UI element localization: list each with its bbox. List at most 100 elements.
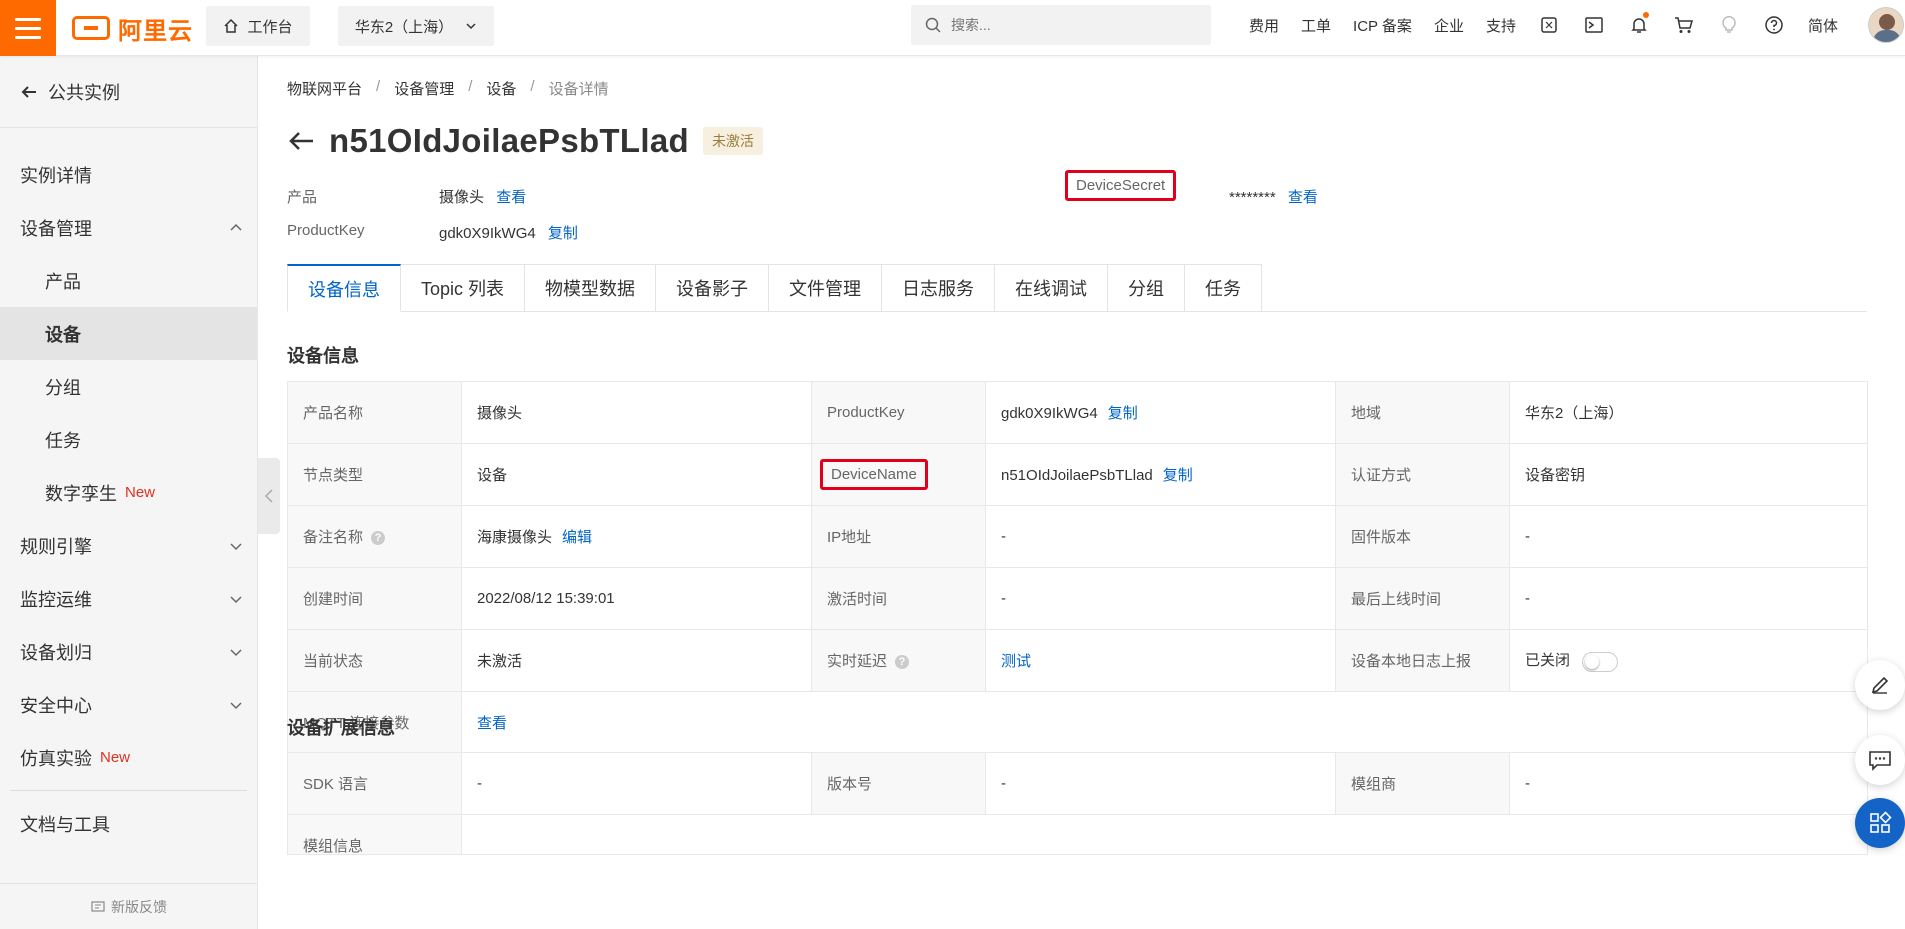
edit-alias-link[interactable]: 编辑: [562, 529, 592, 546]
back-to-instances[interactable]: 公共实例: [0, 56, 257, 128]
hamburger-menu-icon[interactable]: [0, 0, 56, 56]
copy-productkey-link[interactable]: 复制: [1108, 405, 1138, 422]
sidebar-collapse-handle[interactable]: [258, 458, 280, 534]
view-product-link[interactable]: 查看: [496, 189, 526, 206]
breadcrumb-device[interactable]: 设备: [486, 78, 516, 99]
breadcrumb: 物联网平台 / 设备管理 / 设备 / 设备详情: [287, 78, 609, 99]
info-key: 固件版本: [1335, 505, 1510, 568]
workbench-button[interactable]: 工作台: [206, 6, 310, 46]
sidebar-item-task[interactable]: 任务: [0, 413, 257, 466]
breadcrumb-separator: /: [530, 78, 535, 95]
help-icon[interactable]: ?: [895, 655, 910, 670]
view-secret-link[interactable]: 查看: [1288, 189, 1318, 206]
feedback-label: 新版反馈: [111, 898, 167, 915]
icp-link[interactable]: ICP 备案: [1342, 15, 1423, 36]
sidebar-item-digital-twin[interactable]: 数字孪生 New: [0, 466, 257, 519]
tab-group[interactable]: 分组: [1108, 264, 1186, 312]
pen-icon: [1871, 676, 1889, 694]
cart-icon[interactable]: [1662, 15, 1707, 35]
sidebar-item-rule-engine[interactable]: 规则引擎: [0, 519, 257, 572]
copy-productkey-link[interactable]: 复制: [548, 225, 578, 242]
info-value: 海康摄像头 编辑: [461, 505, 812, 568]
sidebar-item-label: 文档与工具: [20, 814, 110, 835]
info-key: 当前状态: [287, 629, 462, 692]
apps-float-button[interactable]: [1855, 798, 1905, 848]
info-value: -: [1509, 567, 1868, 630]
terminal-icon[interactable]: [1572, 15, 1617, 35]
tab-task[interactable]: 任务: [1185, 264, 1263, 312]
support-link[interactable]: 支持: [1475, 15, 1527, 36]
region-selector[interactable]: 华东2（上海）: [338, 6, 494, 46]
sidebar-item-docs-tools[interactable]: 文档与工具: [0, 797, 257, 850]
copy-device-name-link[interactable]: 复制: [1163, 467, 1193, 484]
notification-dot: [1642, 12, 1649, 18]
tab-online-debug[interactable]: 在线调试: [995, 264, 1109, 312]
new-badge: New: [100, 749, 131, 766]
arrow-left-icon: [21, 85, 36, 98]
top-navbar: 阿里云 工作台 华东2（上海） 费用 工单 ICP 备案 企业 支持: [0, 0, 1905, 56]
breadcrumb-separator: /: [376, 78, 381, 95]
back-arrow-icon[interactable]: [287, 129, 315, 153]
app-icon[interactable]: [1527, 15, 1572, 35]
table-row: SDK 语言 - 版本号 - 模组商 -: [287, 752, 1868, 815]
tab-log-service[interactable]: 日志服务: [882, 264, 996, 312]
search-box[interactable]: [911, 5, 1211, 45]
fees-link[interactable]: 费用: [1238, 15, 1290, 36]
info-key-text: 备注名称: [303, 529, 364, 546]
tab-device-shadow[interactable]: 设备影子: [656, 264, 770, 312]
latency-test-link[interactable]: 测试: [1001, 653, 1031, 670]
table-row: 产品名称 摄像头 ProductKey gdk0X9IkWG4 复制 地域 华东2…: [287, 381, 1868, 444]
sidebar-divider: [10, 790, 247, 791]
info-value: -: [985, 567, 1336, 630]
info-value: [461, 814, 1868, 855]
language-link[interactable]: 简体: [1797, 15, 1849, 36]
aliyun-logo[interactable]: 阿里云: [72, 12, 193, 45]
feedback-button[interactable]: 新版反馈: [0, 883, 258, 929]
sidebar-item-instance-details[interactable]: 实例详情: [0, 148, 257, 201]
sidebar-item-label: 数字孪生: [45, 483, 117, 504]
top-links: 费用 工单 ICP 备案 企业 支持 简体: [1238, 0, 1849, 50]
sidebar-item-device-management[interactable]: 设备管理: [0, 201, 257, 254]
info-value: 已关闭: [1509, 629, 1868, 692]
info-key: SDK 语言: [287, 752, 462, 815]
sidebar-item-label: 分组: [45, 377, 81, 398]
tab-file-management[interactable]: 文件管理: [769, 264, 883, 312]
table-row: 当前状态 未激活 实时延迟? 测试 设备本地日志上报 已关闭: [287, 629, 1868, 692]
chat-float-button[interactable]: [1855, 735, 1905, 785]
page-title: n51OIdJoilaePsbTLlad: [329, 122, 689, 159]
tab-tsl-data[interactable]: 物模型数据: [525, 264, 657, 312]
tab-topic-list[interactable]: Topic 列表: [401, 264, 526, 312]
help-icon[interactable]: ?: [371, 531, 386, 546]
lightbulb-icon[interactable]: [1707, 15, 1752, 35]
table-row: 节点类型 设备 DeviceName n51OIdJoilaePsbTLlad 复…: [287, 443, 1868, 506]
info-key: 激活时间: [811, 567, 986, 630]
sidebar-item-product[interactable]: 产品: [0, 254, 257, 307]
breadcrumb-device-management[interactable]: 设备管理: [394, 78, 454, 99]
enterprise-link[interactable]: 企业: [1423, 15, 1475, 36]
device-name-label: DeviceName: [820, 459, 928, 490]
help-icon[interactable]: [1752, 15, 1797, 35]
sidebar-item-simulation[interactable]: 仿真实验 New: [0, 731, 257, 784]
sidebar-item-group[interactable]: 分组: [0, 360, 257, 413]
info-value: -: [985, 505, 1336, 568]
info-key: 最后上线时间: [1335, 567, 1510, 630]
ticket-link[interactable]: 工单: [1290, 15, 1342, 36]
user-avatar[interactable]: [1868, 7, 1904, 43]
edit-float-button[interactable]: [1855, 660, 1905, 710]
sidebar-item-device-assignment[interactable]: 设备划归: [0, 625, 257, 678]
tab-device-info[interactable]: 设备信息: [287, 264, 401, 312]
view-mqtt-params-link[interactable]: 查看: [477, 715, 507, 732]
info-key: 认证方式: [1335, 443, 1510, 506]
search-input[interactable]: [951, 17, 1191, 33]
local-log-toggle[interactable]: [1582, 651, 1619, 672]
local-log-status: 已关闭: [1525, 652, 1571, 670]
feedback-icon: [91, 900, 105, 912]
sidebar-item-security-center[interactable]: 安全中心: [0, 678, 257, 731]
sidebar-item-label: 仿真实验: [20, 748, 92, 769]
sidebar-item-device[interactable]: 设备: [0, 307, 257, 360]
bell-icon[interactable]: [1617, 12, 1662, 35]
info-key: 模组商: [1335, 752, 1510, 815]
breadcrumb-iot-platform[interactable]: 物联网平台: [287, 78, 362, 99]
sidebar-item-monitoring[interactable]: 监控运维: [0, 572, 257, 625]
info-value: 查看: [461, 691, 1868, 754]
